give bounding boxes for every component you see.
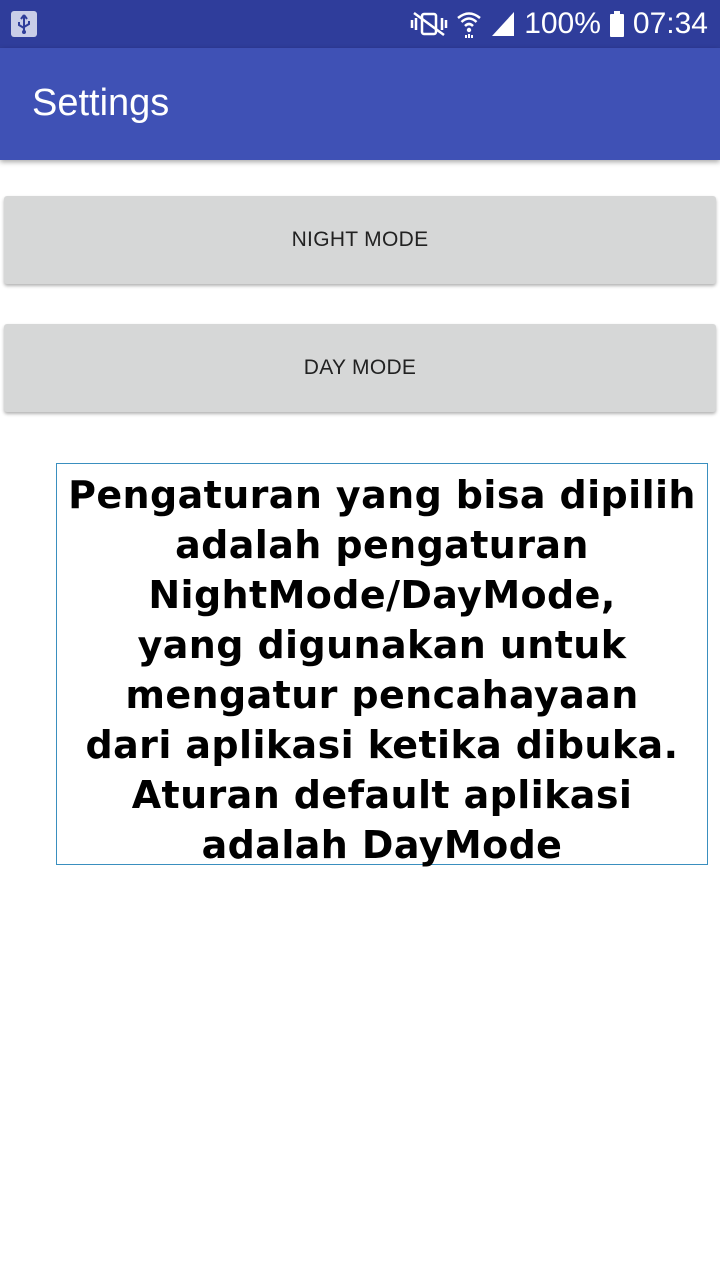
vibrate-mute-icon xyxy=(410,10,448,38)
description-line: NightMode/DayMode, xyxy=(148,573,616,617)
wifi-icon xyxy=(456,10,482,38)
app-bar: Settings xyxy=(0,48,720,160)
status-bar: 100% 07:34 xyxy=(0,0,720,48)
description-line: adalah pengaturan xyxy=(175,523,589,567)
night-mode-button[interactable]: NIGHT MODE xyxy=(4,196,716,284)
usb-icon xyxy=(11,11,37,37)
description-line: yang digunakan untuk xyxy=(137,623,627,667)
battery-percent: 100% xyxy=(524,7,601,40)
description-line: Pengaturan yang bisa dipilih xyxy=(68,473,696,517)
clock: 07:34 xyxy=(632,7,708,40)
description-line: dari aplikasi ketika dibuka. xyxy=(85,723,679,767)
description-line: Aturan default aplikasi xyxy=(131,773,633,817)
description-text: Pengaturan yang bisa dipilih adalah peng… xyxy=(57,470,707,870)
signal-icon xyxy=(490,10,516,38)
day-mode-button[interactable]: DAY MODE xyxy=(4,324,716,412)
description-line: mengatur pencahayaan xyxy=(125,673,639,717)
description-box: Pengaturan yang bisa dipilih adalah peng… xyxy=(56,463,708,867)
description-line: adalah DayMode xyxy=(201,823,563,867)
battery-icon xyxy=(609,10,625,38)
page-title: Settings xyxy=(32,82,170,124)
